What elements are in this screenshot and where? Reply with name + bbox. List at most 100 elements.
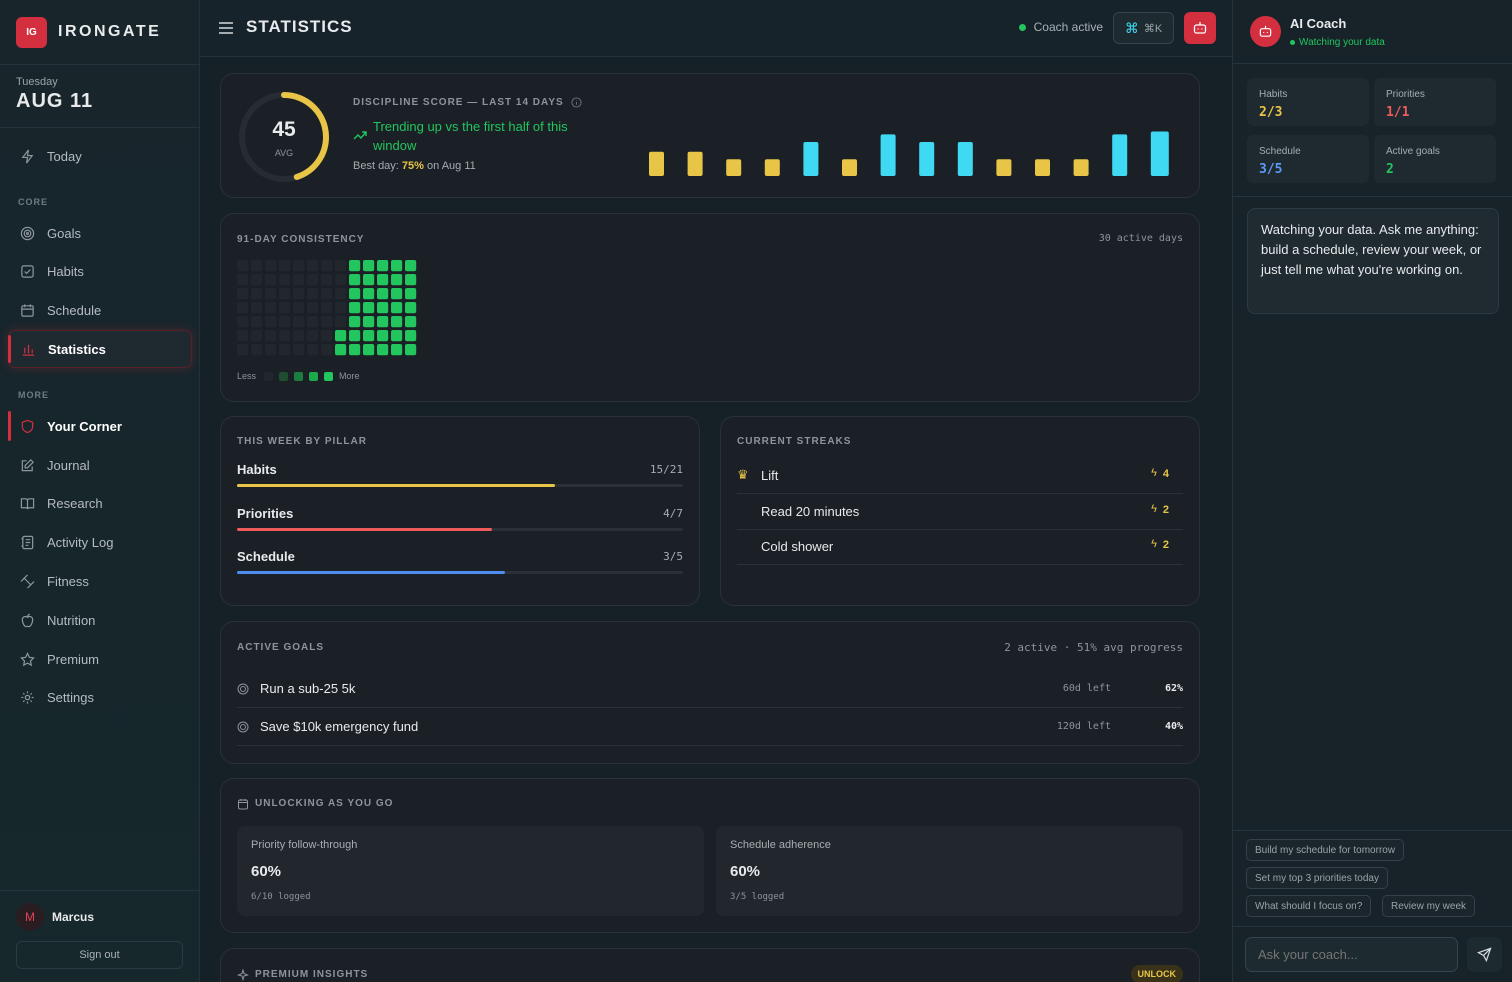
heatmap-cell	[293, 330, 305, 342]
suggestion-chip[interactable]: Build my schedule for tomorrow	[1246, 839, 1405, 861]
flame-icon: ϟ	[1151, 538, 1157, 550]
menu-icon[interactable]	[218, 20, 234, 36]
heatmap-cell	[363, 316, 375, 328]
heatmap-cell	[391, 302, 403, 314]
premium-card: PREMIUM INSIGHTS UNLOCK	[220, 948, 1200, 982]
bar-day-14	[1150, 131, 1169, 176]
date-display: Tuesday AUG 11	[0, 65, 199, 128]
heatmap-cell	[293, 344, 305, 356]
coach-stat-value: 3/5	[1259, 162, 1283, 177]
brand-logo: IG	[16, 16, 47, 48]
suggestion-chip[interactable]: Review my week	[1382, 895, 1476, 917]
pillar-name: Priorities	[237, 505, 294, 521]
nav-section-core: CORE	[18, 197, 49, 207]
heatmap-cell	[293, 288, 305, 300]
pillar-progress-fill	[237, 527, 492, 531]
command-palette-button[interactable]: ⌘ ⌘K	[1113, 12, 1174, 44]
heatmap-cell	[377, 344, 389, 356]
heatmap-cell	[265, 260, 277, 272]
date-main: AUG 11	[16, 90, 94, 112]
heatmap-cell	[377, 260, 389, 272]
pillar-title: THIS WEEK BY PILLAR	[237, 436, 367, 447]
coach-input[interactable]	[1245, 937, 1458, 972]
unlocking-card: UNLOCKING AS YOU GO Priority follow-thro…	[220, 778, 1200, 933]
goals-summary: 2 active · 51% avg progress	[1004, 641, 1183, 654]
streak-count: 2	[1162, 539, 1169, 551]
nav-premium[interactable]: Premium	[8, 640, 192, 678]
unlock-badge[interactable]: UNLOCK	[1130, 965, 1183, 982]
nav-fitness[interactable]: Fitness	[8, 562, 192, 600]
nav-research[interactable]: Research	[8, 484, 192, 522]
suggestion-chip[interactable]: Set my top 3 priorities today	[1246, 867, 1388, 889]
heatmap-cell	[349, 330, 361, 342]
goal-row[interactable]: Run a sub-25 5k 60d left 62%	[237, 670, 1183, 708]
heatmap-cell	[335, 302, 347, 314]
coach-toggle-button[interactable]	[1184, 12, 1216, 44]
streaks-title: CURRENT STREAKS	[737, 436, 852, 447]
pillar-card: THIS WEEK BY PILLAR Habits 15/21 Prioritie…	[220, 416, 700, 606]
heatmap-cell	[237, 274, 249, 286]
avatar[interactable]: M	[16, 903, 44, 931]
bar-day-9	[957, 141, 973, 176]
heatmap-cell	[279, 316, 291, 328]
coach-stat: Active goals 2	[1374, 135, 1496, 183]
heatmap-cell	[391, 316, 403, 328]
apple-icon	[21, 613, 34, 627]
calendar-icon	[21, 303, 34, 317]
heatmap-cell	[363, 344, 375, 356]
nav-nutrition[interactable]: Nutrition	[8, 601, 192, 639]
nav-schedule[interactable]: Schedule	[8, 291, 192, 329]
shield-icon	[21, 419, 34, 433]
coach-stat-value: 1/1	[1386, 105, 1410, 120]
heatmap-cell	[265, 288, 277, 300]
coach-stat-name: Schedule	[1259, 146, 1301, 157]
consistency-heatmap	[237, 260, 417, 356]
date-weekday: Tuesday	[16, 76, 58, 88]
coach-panel: AI Coach Watching your data Habits 2/3 Pri…	[1232, 0, 1512, 982]
bar-day-10	[996, 159, 1012, 176]
heatmap-cell	[405, 288, 417, 300]
unlock-detail: 3/5 logged	[730, 892, 785, 902]
nav-statistics[interactable]: Statistics	[8, 330, 192, 368]
lightning-icon	[21, 149, 34, 163]
nav-today[interactable]: Today	[8, 137, 192, 175]
heatmap-cell	[335, 288, 347, 300]
heatmap-cell	[391, 288, 403, 300]
heatmap-cell	[349, 344, 361, 356]
nav-habits[interactable]: Habits	[8, 252, 192, 290]
target-icon	[237, 683, 249, 695]
heatmap-cell	[279, 344, 291, 356]
heatmap-cell	[335, 344, 347, 356]
nav-activity-log[interactable]: Activity Log	[8, 523, 192, 561]
heatmap-cell	[405, 260, 417, 272]
discipline-title: DISCIPLINE SCORE — LAST 14 DAYS	[353, 97, 564, 108]
sign-out-button[interactable]: Sign out	[16, 941, 183, 969]
streak-row[interactable]: Cold shower 2 ϟ	[737, 529, 1183, 565]
nav-journal[interactable]: Journal	[8, 446, 192, 484]
suggestion-chip[interactable]: What should I focus on?	[1246, 895, 1372, 917]
heatmap-cell	[237, 330, 249, 342]
heatmap-cell	[251, 316, 263, 328]
nav-goals[interactable]: Goals	[8, 214, 192, 252]
pillar-name: Schedule	[237, 549, 295, 564]
heatmap-cell	[279, 274, 291, 286]
heatmap-cell	[377, 330, 389, 342]
user-name: Marcus	[52, 910, 95, 924]
nav-your-corner[interactable]: Your Corner	[8, 407, 192, 445]
send-button[interactable]	[1467, 937, 1502, 972]
heatmap-cell	[321, 344, 333, 356]
nav-settings[interactable]: Settings	[8, 678, 192, 716]
streak-name: Lift	[761, 468, 779, 483]
heatmap-cell	[307, 260, 319, 272]
coach-stat-value: 2	[1386, 162, 1394, 177]
bar-day-11	[1035, 159, 1050, 176]
heatmap-cell	[251, 302, 263, 314]
goal-row[interactable]: Save $10k emergency fund 120d left 40%	[237, 708, 1183, 746]
pillar-value: 4/7	[663, 506, 683, 520]
pencil-note-icon	[21, 458, 34, 471]
info-icon[interactable]	[571, 97, 582, 108]
streak-row[interactable]: Read 20 minutes 2 ϟ	[737, 494, 1183, 530]
heatmap-legend: Less More	[237, 371, 360, 381]
heatmap-cell	[237, 302, 249, 314]
streak-row[interactable]: ♛ Lift 4 ϟ	[737, 458, 1183, 494]
